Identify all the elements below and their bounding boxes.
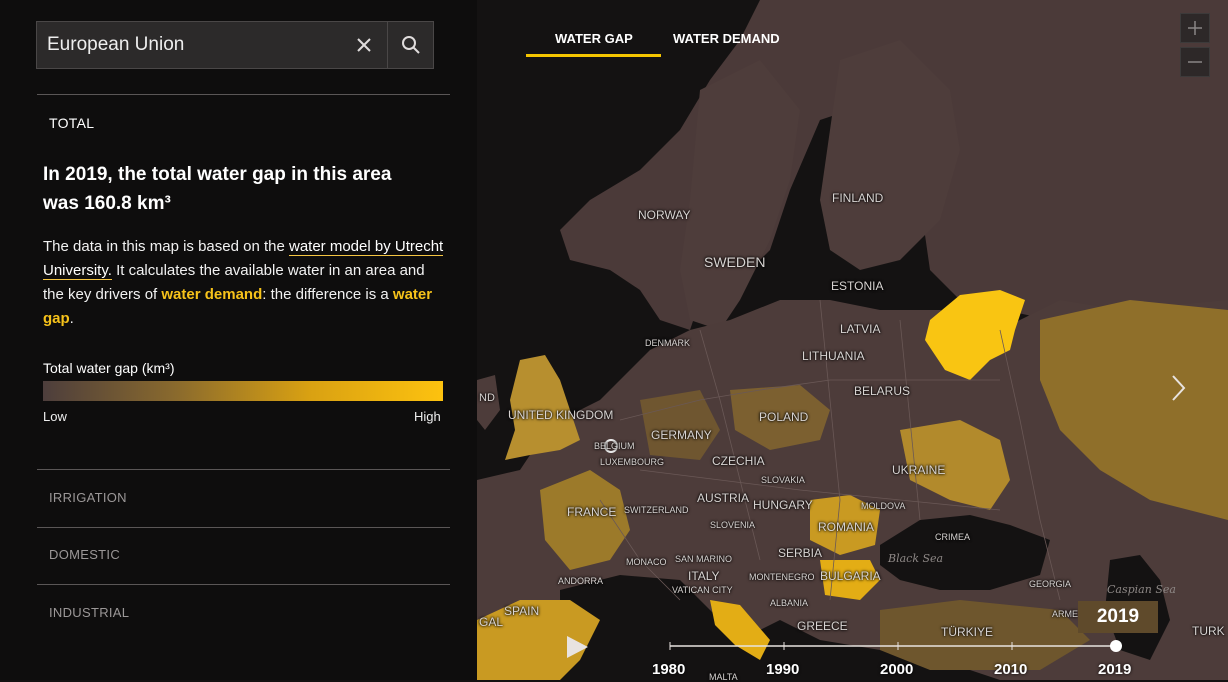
label-caspian-sea: Caspian Sea — [1107, 583, 1176, 596]
search-box — [36, 21, 434, 69]
timeline-handle[interactable] — [1110, 640, 1122, 652]
label-monaco: MONACO — [626, 557, 667, 567]
label-romania: ROMANIA — [818, 520, 875, 534]
current-year-badge: 2019 — [1078, 601, 1158, 633]
divider — [37, 469, 450, 470]
label-ukraine: UKRAINE — [892, 463, 946, 477]
divider — [37, 584, 450, 585]
category-domestic[interactable]: DOMESTIC — [49, 547, 120, 562]
zoom-in-button[interactable] — [1180, 13, 1210, 43]
label-bulgaria: BULGARIA — [820, 569, 881, 583]
label-malta: MALTA — [709, 672, 738, 682]
divider — [37, 94, 450, 95]
label-france: FRANCE — [567, 505, 617, 519]
category-industrial[interactable]: INDUSTRIAL — [49, 605, 129, 620]
timeline-tick-label[interactable]: 2019 — [1098, 661, 1131, 678]
label-lithuania: LITHUANIA — [802, 349, 865, 363]
label-belgium: BELGIUM — [594, 441, 635, 451]
tab-water-demand[interactable]: WATER DEMAND — [673, 31, 780, 46]
label-georgia: GEORGIA — [1029, 579, 1072, 589]
label-portugal-partial: GAL — [479, 615, 504, 629]
label-luxembourg: LUXEMBOURG — [600, 457, 665, 467]
desc-text: : the difference is a — [262, 286, 393, 303]
summary-headline: In 2019, the total water gap in this are… — [43, 160, 443, 218]
search-input[interactable] — [37, 22, 387, 68]
label-greece: GREECE — [797, 619, 848, 633]
tab-water-gap[interactable]: WATER GAP — [555, 31, 633, 46]
label-black-sea: Black Sea — [888, 552, 944, 565]
label-belarus: BELARUS — [854, 384, 911, 398]
search-icon — [402, 36, 420, 54]
label-vatican: VATICAN CITY — [672, 585, 733, 595]
label-turkmen-partial: TURK — [1192, 624, 1225, 638]
legend-high-label: High — [414, 409, 441, 424]
side-panel: TOTAL In 2019, the total water gap in th… — [0, 0, 477, 680]
label-denmark: DENMARK — [645, 338, 691, 348]
zoom-out-button[interactable] — [1180, 47, 1210, 77]
category-irrigation[interactable]: IRRIGATION — [49, 490, 127, 505]
summary-headline-line1: In 2019, the total water gap in this are… — [43, 164, 392, 185]
label-ireland-partial: ND — [479, 392, 495, 404]
label-slovenia: SLOVENIA — [710, 520, 756, 530]
summary-description: The data in this map is based on the wat… — [43, 235, 448, 331]
label-serbia: SERBIA — [778, 546, 823, 560]
timeline-tick-label[interactable]: 1980 — [652, 661, 685, 678]
label-armenia-partial: ARME — [1052, 609, 1079, 619]
label-finland: FINLAND — [832, 191, 884, 205]
label-crimea: CRIMEA — [935, 532, 971, 542]
close-icon[interactable] — [349, 30, 379, 60]
label-montenegro: MONTENEGRO — [749, 572, 815, 582]
search-button[interactable] — [388, 22, 434, 68]
label-andorra: ANDORRA — [558, 576, 604, 586]
label-italy: ITALY — [688, 569, 720, 583]
timeline-tick-label[interactable]: 2000 — [880, 661, 913, 678]
category-total[interactable]: TOTAL — [49, 115, 94, 131]
label-hungary: HUNGARY — [753, 498, 813, 512]
water-demand-link[interactable]: water demand — [161, 286, 262, 303]
timeline-tick-label[interactable]: 1990 — [766, 661, 799, 678]
plus-icon — [1188, 21, 1202, 35]
label-latvia: LATVIA — [840, 322, 881, 336]
label-czechia: CZECHIA — [712, 454, 765, 468]
timeline-tick-label[interactable]: 2010 — [994, 661, 1027, 678]
desc-text: The data in this map is based on the — [43, 238, 289, 255]
legend-title: Total water gap (km³) — [43, 360, 175, 376]
label-albania: ALBANIA — [770, 598, 809, 608]
label-estonia: ESTONIA — [831, 279, 884, 293]
label-sweden: SWEDEN — [704, 254, 766, 270]
desc-text: . — [69, 310, 74, 327]
label-united-kingdom: UNITED KINGDOM — [508, 408, 614, 422]
summary-headline-line2: was 160.8 km³ — [43, 193, 171, 214]
divider — [37, 527, 450, 528]
legend-gradient — [43, 381, 443, 401]
label-spain: SPAIN — [504, 604, 540, 618]
label-germany: GERMANY — [651, 428, 712, 442]
label-turkiye: TÜRKIYE — [941, 625, 994, 639]
label-switzerland: SWITZERLAND — [624, 505, 689, 515]
legend-low-label: Low — [43, 409, 67, 424]
label-slovakia: SLOVAKIA — [761, 475, 805, 485]
tab-water-gap-indicator — [526, 54, 661, 57]
label-norway: NORWAY — [638, 208, 691, 222]
label-poland: POLAND — [759, 410, 809, 424]
label-moldova: MOLDOVA — [861, 501, 906, 511]
minus-icon — [1188, 61, 1202, 63]
label-austria: AUSTRIA — [697, 491, 750, 505]
label-san-marino: SAN MARINO — [675, 554, 733, 564]
